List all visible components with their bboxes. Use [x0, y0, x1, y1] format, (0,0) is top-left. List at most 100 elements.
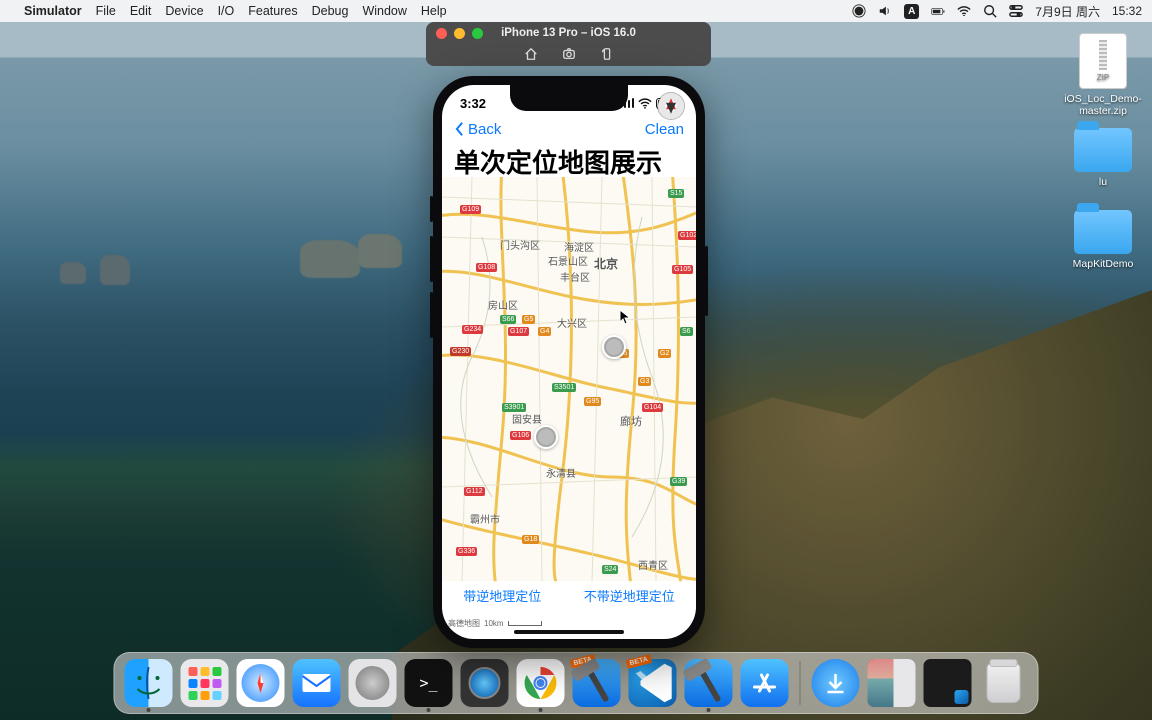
map-label-haidian: 海淀区: [564, 239, 594, 254]
dock-app-settings[interactable]: [349, 659, 397, 707]
menubar-date[interactable]: 7月9日 周六: [1035, 3, 1100, 20]
desktop-folder-label: MapKitDemo: [1062, 258, 1144, 270]
dock-separator: [800, 661, 801, 705]
map-provider: 高德地图: [448, 618, 480, 629]
home-indicator[interactable]: [514, 630, 624, 634]
route-g3: G3: [638, 377, 651, 386]
map-pin[interactable]: [534, 425, 558, 449]
route-g18: G18: [522, 535, 539, 544]
volume-icon[interactable]: [878, 4, 892, 18]
route-g105: G105: [672, 265, 693, 274]
spotlight-icon[interactable]: [983, 4, 997, 18]
menubar-time[interactable]: 15:32: [1112, 4, 1142, 18]
macos-dock: >_ BETA BETA: [114, 652, 1039, 714]
window-minimize-button[interactable]: [454, 28, 465, 39]
route-g102: G102: [678, 231, 696, 240]
dock-app-xcode[interactable]: [685, 659, 733, 707]
desktop-folder-mapkitdemo[interactable]: MapKitDemo: [1062, 210, 1144, 270]
locate-without-regeocode-button[interactable]: 不带逆地理定位: [584, 586, 675, 605]
route-s15: S15: [668, 189, 684, 198]
map-label-langfang: 廊坊: [620, 413, 642, 429]
route-g108: G108: [476, 263, 497, 272]
input-source-badge[interactable]: A: [904, 4, 919, 19]
menu-file[interactable]: File: [96, 4, 116, 18]
map-attribution: 高德地图 10km: [448, 618, 542, 629]
menu-edit[interactable]: Edit: [130, 4, 152, 18]
phone-side-button: [705, 246, 708, 316]
map-scale-bar: [508, 621, 542, 626]
menu-help[interactable]: Help: [421, 4, 447, 18]
bottom-toolbar: 带逆地理定位 不带逆地理定位: [442, 581, 696, 609]
sim-rotate-icon[interactable]: [600, 47, 614, 64]
iphone-notch: [510, 85, 628, 111]
menu-window[interactable]: Window: [362, 4, 406, 18]
menu-features[interactable]: Features: [248, 4, 297, 18]
dock-minimized-window[interactable]: [868, 659, 916, 707]
dock-app-xcode-beta[interactable]: BETA: [573, 659, 621, 707]
back-button[interactable]: Back: [454, 121, 501, 138]
map-label-daxing: 大兴区: [557, 315, 587, 330]
window-close-button[interactable]: [436, 28, 447, 39]
wifi-icon: [638, 98, 652, 109]
menu-debug[interactable]: Debug: [312, 4, 349, 18]
back-label: Back: [468, 121, 501, 138]
map-pin[interactable]: [602, 335, 626, 359]
window-zoom-button[interactable]: [472, 28, 483, 39]
map-view[interactable]: 北京 海淀区 石景山区 丰台区 门头沟区 房山区 大兴区 廊坊 固安县 永清县 …: [442, 177, 696, 583]
map-label-bazhou: 霸州市: [470, 511, 500, 526]
locate-with-regeocode-button[interactable]: 带逆地理定位: [463, 586, 541, 605]
simulator-titlebar[interactable]: iPhone 13 Pro – iOS 16.0: [426, 22, 711, 44]
screenrecord-icon[interactable]: [852, 4, 866, 18]
dock-app-terminal[interactable]: >_: [405, 659, 453, 707]
ios-nav-bar: Back Clean: [442, 117, 696, 141]
iphone-device-frame: 3:32 Back Clean 单次定位地图展示: [433, 76, 705, 648]
route-s6: S6: [680, 327, 693, 336]
dock-app-launchpad[interactable]: [181, 659, 229, 707]
wallpaper-rock: [100, 255, 130, 285]
route-g230: G230: [450, 347, 471, 356]
route-g106: G106: [510, 431, 531, 440]
dock-downloads-stack[interactable]: [812, 659, 860, 707]
map-label-yongqing: 永清县: [546, 465, 576, 480]
menu-device[interactable]: Device: [165, 4, 203, 18]
sim-home-icon[interactable]: [524, 47, 538, 64]
map-label-mentougou: 门头沟区: [500, 237, 540, 252]
dock-trash[interactable]: [980, 659, 1028, 707]
dock-app-safari[interactable]: [237, 659, 285, 707]
dock-app-appstore[interactable]: [741, 659, 789, 707]
dock-app-quicktime[interactable]: [461, 659, 509, 707]
folder-icon: [1074, 210, 1132, 254]
dock-app-chrome[interactable]: [517, 659, 565, 707]
wifi-icon[interactable]: [957, 4, 971, 18]
route-s3501: S3501: [552, 383, 576, 392]
dock-app-mail[interactable]: [293, 659, 341, 707]
wallpaper-rock: [300, 240, 360, 278]
desktop-folder-label: lu: [1062, 176, 1144, 188]
route-g104: G104: [642, 403, 663, 412]
menu-io[interactable]: I/O: [218, 4, 235, 18]
simulator-toolbar: [426, 44, 711, 66]
phone-mute-switch: [430, 196, 433, 222]
map-label-beijing: 北京: [594, 255, 618, 272]
map-label-guan: 固安县: [512, 411, 542, 426]
clean-button[interactable]: Clean: [645, 121, 684, 138]
desktop-folder-lu[interactable]: lu: [1062, 128, 1144, 188]
mouse-cursor: [619, 309, 631, 330]
route-g39: G39: [670, 477, 687, 486]
folder-icon: [1074, 128, 1132, 172]
dock-app-vscode-insiders[interactable]: BETA: [629, 659, 677, 707]
control-center-icon[interactable]: [1009, 4, 1023, 18]
dock-minimized-window[interactable]: [924, 659, 972, 707]
menubar-appname[interactable]: Simulator: [24, 4, 82, 18]
desktop-file-zip[interactable]: iOS_Loc_Demo-master.zip: [1062, 33, 1144, 117]
battery-icon[interactable]: [931, 4, 945, 18]
wallpaper-rock: [60, 262, 86, 284]
sim-screenshot-icon[interactable]: [562, 47, 576, 64]
dock-app-finder[interactable]: [125, 659, 173, 707]
route-g4: G4: [538, 327, 551, 336]
simulator-window[interactable]: iPhone 13 Pro – iOS 16.0: [426, 22, 711, 66]
iphone-screen[interactable]: 3:32 Back Clean 单次定位地图展示: [442, 85, 696, 639]
route-s3901: S3901: [502, 403, 526, 412]
route-g112: G112: [464, 487, 485, 496]
page-title: 单次定位地图展示: [454, 143, 684, 180]
